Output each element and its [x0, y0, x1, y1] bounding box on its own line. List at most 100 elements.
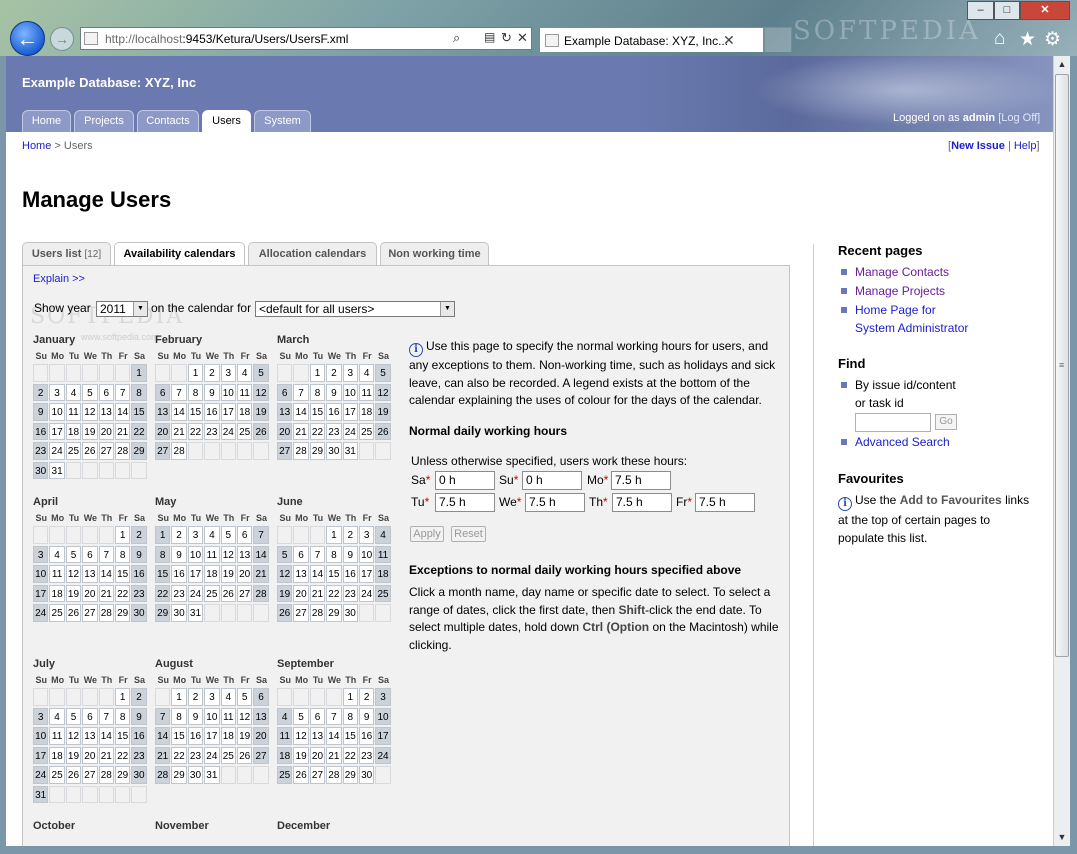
calendar-day[interactable]: 18 — [65, 422, 82, 440]
calendar-day[interactable]: 12 — [375, 383, 391, 401]
calendar-day[interactable]: 28 — [253, 584, 269, 602]
calendar-day[interactable]: 7 — [309, 545, 326, 563]
calendar-day[interactable]: 16 — [326, 403, 342, 421]
day-of-week-header[interactable]: Sa — [131, 351, 147, 361]
calendar-day[interactable]: 24 — [49, 442, 65, 460]
calendar-day[interactable]: 17 — [342, 403, 358, 421]
calendar-day[interactable]: 11 — [204, 545, 220, 563]
calendar-day[interactable]: 3 — [220, 364, 236, 382]
calendar-day[interactable]: 17 — [33, 584, 49, 602]
calendar-day[interactable]: 30 — [171, 604, 187, 622]
day-of-week-header[interactable]: Fr — [115, 351, 131, 361]
calendar-day[interactable]: 9 — [131, 707, 147, 725]
calendar-day[interactable]: 20 — [98, 422, 114, 440]
calendar-day[interactable]: 17 — [375, 727, 391, 745]
calendar-day[interactable]: 30 — [131, 604, 147, 622]
calendar-day[interactable]: 24 — [33, 766, 49, 784]
day-of-week-header[interactable]: Tu — [310, 513, 326, 523]
calendar-day[interactable]: 2 — [358, 688, 375, 706]
recent-home-page-line2[interactable]: System Administrator — [855, 319, 968, 337]
calendar-day[interactable]: 20 — [293, 584, 309, 602]
day-of-week-header[interactable]: Sa — [375, 513, 391, 523]
day-of-week-header[interactable]: We — [82, 351, 98, 361]
calendar-day[interactable]: 30 — [33, 461, 49, 479]
calendar-day[interactable]: 15 — [114, 727, 131, 745]
day-of-week-header[interactable]: Sa — [253, 351, 269, 361]
day-of-week-header[interactable]: Tu — [188, 675, 204, 685]
day-of-week-header[interactable]: We — [204, 513, 220, 523]
calendar-day[interactable]: 21 — [98, 746, 114, 764]
calendar-day[interactable]: 13 — [277, 403, 293, 421]
calendar-day[interactable]: 7 — [171, 383, 187, 401]
go-button[interactable]: Go — [935, 414, 957, 430]
calendar-day[interactable]: 3 — [187, 526, 204, 544]
calendar-day[interactable]: 22 — [342, 746, 358, 764]
calendar-day[interactable]: 19 — [293, 746, 309, 764]
calendar-day[interactable]: 5 — [65, 707, 82, 725]
calendar-day[interactable]: 15 — [326, 565, 342, 583]
calendar-day[interactable]: 3 — [358, 526, 375, 544]
calendar-day[interactable]: 22 — [309, 422, 326, 440]
calendar-day[interactable]: 28 — [171, 442, 187, 460]
hours-input-mo[interactable]: 7.5 h — [611, 471, 671, 490]
nav-tab-projects[interactable]: Projects — [74, 110, 134, 132]
calendar-day[interactable]: 15 — [155, 565, 171, 583]
calendar-day[interactable]: 21 — [98, 584, 114, 602]
calendar-day[interactable]: 7 — [253, 526, 269, 544]
calendar-day[interactable]: 26 — [65, 766, 82, 784]
calendar-day[interactable]: 5 — [82, 383, 98, 401]
calendar-day[interactable]: 30 — [131, 766, 147, 784]
calendar-day[interactable]: 9 — [33, 403, 49, 421]
calendar-day[interactable]: 9 — [187, 707, 204, 725]
calendar-day[interactable]: 5 — [253, 364, 269, 382]
tab-close-icon[interactable]: ✕ — [723, 32, 735, 49]
day-of-week-header[interactable]: We — [204, 351, 220, 361]
forward-button[interactable]: → — [50, 27, 74, 51]
day-of-week-header[interactable]: Th — [221, 351, 237, 361]
tab-availability-calendars[interactable]: Availability calendars — [114, 242, 245, 266]
hours-input-we[interactable]: 7.5 h — [525, 493, 585, 512]
calendar-day[interactable]: 4 — [220, 688, 236, 706]
calendar-day[interactable]: 23 — [326, 422, 342, 440]
calendar-day[interactable]: 5 — [375, 364, 391, 382]
address-bar[interactable]: http://localhost:9453/Ketura/Users/Users… — [80, 27, 532, 50]
calendar-day[interactable]: 26 — [65, 604, 82, 622]
calendar-day[interactable]: 10 — [204, 707, 220, 725]
day-of-week-header[interactable]: Sa — [253, 513, 269, 523]
nav-tab-home[interactable]: Home — [22, 110, 71, 132]
calendar-day[interactable]: 17 — [33, 746, 49, 764]
calendar-day[interactable]: 21 — [171, 422, 187, 440]
day-of-week-header[interactable]: Su — [277, 675, 293, 685]
calendar-day[interactable]: 1 — [131, 364, 147, 382]
calendar-day[interactable]: 24 — [342, 422, 358, 440]
day-of-week-header[interactable]: Tu — [310, 675, 326, 685]
calendar-day[interactable]: 15 — [114, 565, 131, 583]
calendar-day[interactable]: 3 — [375, 688, 391, 706]
calendar-day[interactable]: 6 — [293, 545, 309, 563]
day-of-week-header[interactable]: Mo — [293, 513, 309, 523]
hours-input-su[interactable]: 0 h — [522, 471, 582, 490]
calendar-day[interactable]: 20 — [277, 422, 293, 440]
calendar-day[interactable]: 12 — [277, 565, 293, 583]
day-of-week-header[interactable]: Su — [155, 675, 171, 685]
calendar-day[interactable]: 18 — [277, 746, 293, 764]
calendar-day[interactable]: 23 — [187, 746, 204, 764]
calendar-day[interactable]: 4 — [358, 364, 375, 382]
calendar-day[interactable]: 17 — [204, 727, 220, 745]
day-of-week-header[interactable]: Su — [155, 351, 171, 361]
calendar-day[interactable]: 6 — [309, 707, 326, 725]
calendar-day[interactable]: 14 — [155, 727, 171, 745]
calendar-day[interactable]: 3 — [342, 364, 358, 382]
calendar-day[interactable]: 10 — [358, 545, 375, 563]
hours-input-tu[interactable]: 7.5 h — [435, 493, 495, 512]
calendar-day[interactable]: 2 — [187, 688, 204, 706]
calendar-day[interactable]: 22 — [171, 746, 187, 764]
calendar-day[interactable]: 4 — [204, 526, 220, 544]
calendar-day[interactable]: 12 — [253, 383, 269, 401]
month-name[interactable]: March — [277, 334, 392, 348]
calendar-day[interactable]: 28 — [98, 604, 114, 622]
day-of-week-header[interactable]: Fr — [237, 675, 253, 685]
recent-home-page[interactable]: Home Page for — [855, 301, 936, 319]
calendar-day[interactable]: 31 — [342, 442, 358, 460]
calendar-day[interactable]: 5 — [277, 545, 293, 563]
